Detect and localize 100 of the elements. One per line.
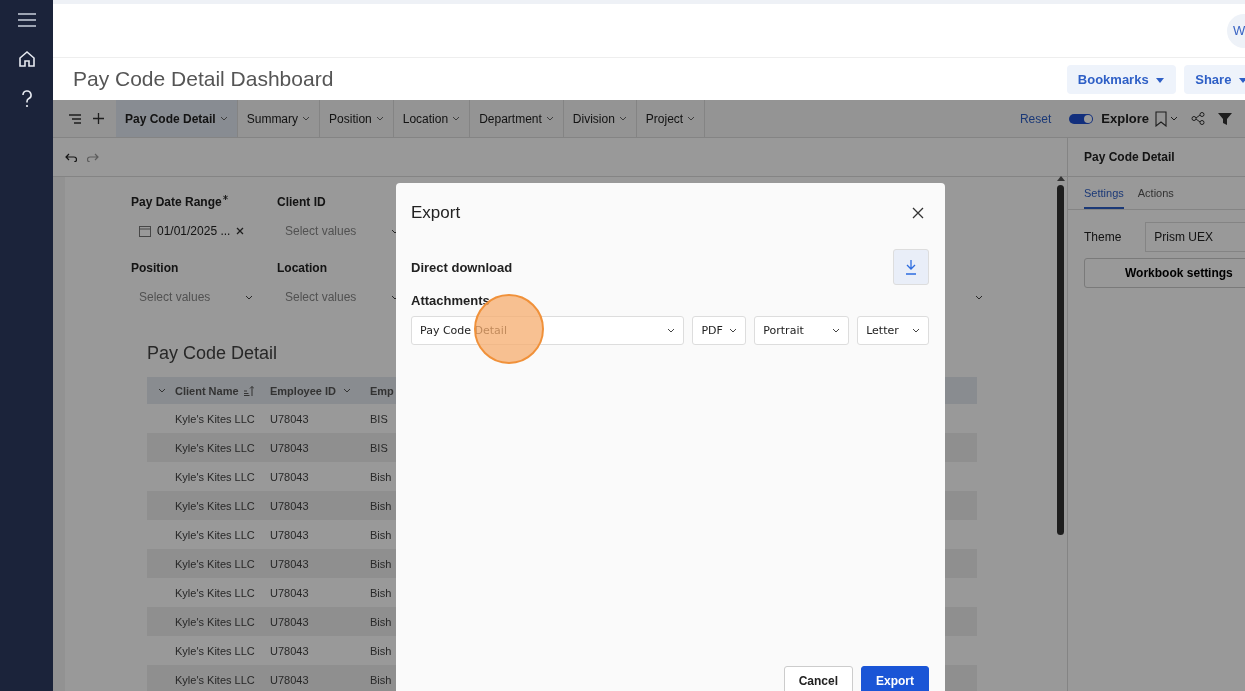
table-cell-text: U78043 <box>270 644 310 657</box>
table-cell-text: U78043 <box>270 412 310 425</box>
panel-tab[interactable]: Actions <box>1137 177 1174 209</box>
share-nodes-icon[interactable] <box>1191 112 1205 125</box>
table-cell-text: Kyle's Kites LLC <box>175 586 256 599</box>
undo-icon[interactable] <box>65 152 77 162</box>
select-field[interactable]: PDF <box>692 316 747 345</box>
table-cell-text: BIS <box>370 412 389 425</box>
user-avatar[interactable]: W <box>1227 13 1245 48</box>
table-cell-text: Bish <box>370 586 393 599</box>
scrollbar-thumb[interactable] <box>1057 185 1064 535</box>
sort-icon[interactable] <box>243 385 254 396</box>
chevron-icon <box>302 116 311 121</box>
download-button[interactable] <box>893 249 929 285</box>
chevron-icon[interactable] <box>158 388 166 393</box>
table-cell-text: Bish <box>370 557 393 570</box>
menu-icon[interactable] <box>16 12 37 28</box>
table-cell-text: Bish <box>370 615 393 628</box>
chevron-icon <box>219 116 228 121</box>
column-header[interactable]: Employee ID <box>270 384 370 397</box>
add-icon[interactable] <box>93 113 104 124</box>
page-tab[interactable]: Location <box>393 100 471 137</box>
table-cell-text: U78043 <box>270 528 310 541</box>
table-cell-text: Bish <box>370 528 393 541</box>
section-label: Attachments <box>411 293 491 308</box>
table-cell-text: Bish <box>370 673 393 686</box>
chevron-icon <box>391 294 399 300</box>
table-cell-text: Bish <box>370 499 393 512</box>
download-icon <box>905 259 917 275</box>
table-cell-text: U78043 <box>270 441 310 454</box>
table-cell-text: U78043 <box>270 557 310 570</box>
table-cell-text: Kyle's Kites LLC <box>175 528 256 541</box>
dialog-title: Export <box>411 203 461 223</box>
filter-icon[interactable] <box>1217 111 1233 126</box>
close-icon[interactable] <box>912 207 924 219</box>
table-cell-text: U78043 <box>270 615 310 628</box>
bookmark-icon[interactable] <box>1155 110 1179 127</box>
explore-toggle[interactable] <box>1069 113 1094 124</box>
page-tab[interactable]: Position <box>320 100 394 137</box>
table-cell-text: U78043 <box>270 673 310 686</box>
panel-tab[interactable]: Settings <box>1084 177 1124 209</box>
filter-label: Position <box>131 261 180 275</box>
workbook-settings-button[interactable]: Workbook settings <box>1084 258 1245 288</box>
clear-icon[interactable] <box>236 227 245 235</box>
theme-label: Theme <box>1084 230 1122 244</box>
chevron-icon[interactable] <box>343 388 352 393</box>
header-button[interactable]: Share <box>1184 64 1245 94</box>
chevron-icon <box>975 294 983 300</box>
table-cell-text: Kyle's Kites LLC <box>175 470 256 483</box>
table-cell-text: Kyle's Kites LLC <box>175 615 256 628</box>
home-icon[interactable] <box>17 50 36 68</box>
calendar-icon <box>139 225 151 237</box>
help-icon[interactable] <box>20 90 33 108</box>
page-tab[interactable]: Pay Code Detail <box>116 100 238 137</box>
chevron-icon <box>832 328 841 333</box>
chevron-icon <box>375 116 384 121</box>
page-tab[interactable]: Department <box>470 100 564 137</box>
table-title: Pay Code Detail <box>147 343 279 364</box>
page-tab[interactable]: Summary <box>237 100 321 137</box>
filter-label: Pay Date Range <box>131 195 261 209</box>
table-cell-text: Kyle's Kites LLC <box>175 441 256 454</box>
select-field[interactable]: Letter <box>857 316 929 345</box>
page-title: Pay Code Detail Dashboard <box>73 67 335 91</box>
filter-label: Client ID <box>277 195 327 209</box>
page-tab[interactable]: Division <box>563 100 637 137</box>
table-cell-text: Bish <box>370 470 393 483</box>
chevron-icon <box>245 294 253 300</box>
chevron-icon <box>545 116 554 121</box>
panel-title: Pay Code Detail <box>1068 138 1245 177</box>
column-header[interactable]: Emp <box>370 384 394 397</box>
header-button[interactable]: Bookmarks <box>1066 64 1177 94</box>
outline-icon[interactable] <box>69 113 81 124</box>
dialog-button[interactable]: Export <box>861 666 929 691</box>
table-cell-text: Kyle's Kites LLC <box>175 673 256 686</box>
dialog-button[interactable]: Cancel <box>783 666 853 691</box>
chevron-icon <box>729 328 738 333</box>
table-cell-text: Bish <box>370 644 393 657</box>
reset-link[interactable]: Reset <box>1019 111 1052 126</box>
page-tab[interactable]: Project <box>636 100 706 137</box>
chevron-icon <box>391 228 399 234</box>
column-header[interactable]: Client Name <box>175 384 270 397</box>
table-cell-text: Kyle's Kites LLC <box>175 412 256 425</box>
chevron-icon <box>667 328 676 333</box>
table-cell-text: Kyle's Kites LLC <box>175 499 256 512</box>
table-cell-text: BIS <box>370 441 389 454</box>
select-field[interactable]: Portrait <box>754 316 850 345</box>
chevron-icon <box>452 116 461 121</box>
table-cell-text: U78043 <box>270 470 310 483</box>
theme-field[interactable]: Prism UEX <box>1145 222 1245 252</box>
required-icon <box>222 195 228 200</box>
filter-label: Location <box>277 261 328 275</box>
section-label: Direct download <box>411 259 513 275</box>
table-cell-text: U78043 <box>270 499 310 512</box>
chevron-icon <box>687 116 696 121</box>
chevron-icon <box>618 116 627 121</box>
table-cell-text: U78043 <box>270 586 310 599</box>
chevron-icon <box>912 328 920 333</box>
table-cell-text: Kyle's Kites LLC <box>175 644 256 657</box>
explore-label: Explore <box>1101 111 1149 126</box>
table-cell-text: Kyle's Kites LLC <box>175 557 256 570</box>
